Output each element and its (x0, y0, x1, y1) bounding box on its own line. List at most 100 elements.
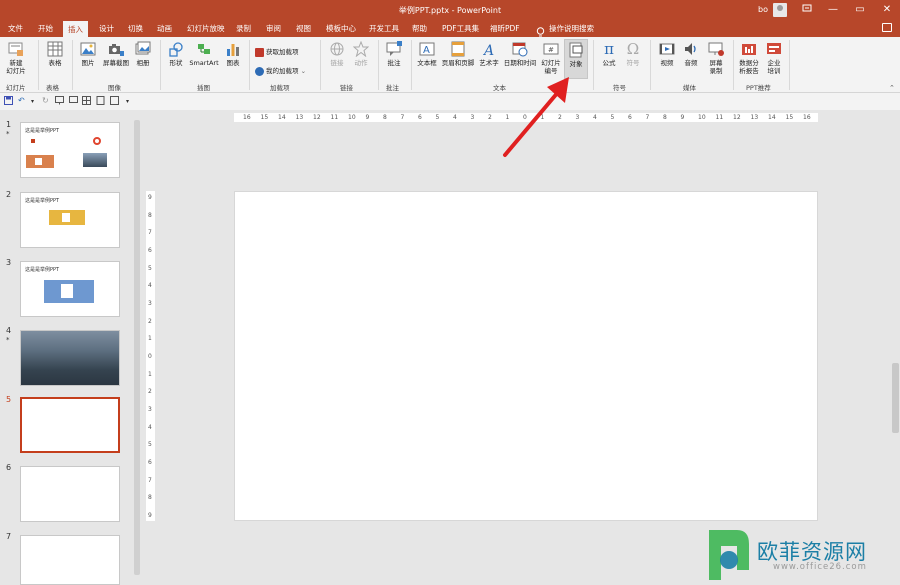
tab-transitions[interactable]: 切换 (128, 23, 143, 34)
wordart-button[interactable]: A 艺术字 (477, 41, 501, 67)
close-button[interactable]: ✕ (880, 3, 894, 17)
slide-thumbnail-7[interactable] (20, 535, 120, 585)
slide-thumbnail-3[interactable]: 这是是举例PPT (20, 261, 120, 317)
user-name[interactable]: bo (758, 5, 768, 14)
grid-icon[interactable] (82, 96, 91, 107)
slide-number: 3 (6, 258, 12, 267)
tab-file[interactable]: 文件 (8, 23, 23, 34)
tab-insert[interactable]: 插入 (63, 21, 88, 37)
tab-record[interactable]: 录制 (236, 23, 251, 34)
ruler-tick-label: 5 (148, 441, 152, 449)
save-icon[interactable] (4, 96, 13, 107)
screenshot-button[interactable]: 屏幕截图 (100, 41, 132, 67)
action-button[interactable]: 动作 (350, 41, 372, 67)
slide-thumbnail-2[interactable]: 这是是举例PPT (20, 192, 120, 248)
ribbon-display-options-icon[interactable] (800, 3, 814, 17)
globe-link-icon (330, 42, 344, 56)
shapes-icon (169, 42, 183, 57)
undo-dropdown-icon[interactable]: ▾ (31, 98, 34, 105)
svg-text:A: A (423, 45, 430, 56)
calendar-clock-icon (512, 42, 528, 57)
table-button[interactable]: 表格 (44, 41, 66, 67)
album-button[interactable]: 相册 (133, 41, 153, 67)
slide-thumbnail-1[interactable]: 这是是举例PPT (20, 122, 120, 178)
tab-design[interactable]: 设计 (99, 23, 114, 34)
store-icon (255, 47, 264, 57)
main-scrollbar-thumb[interactable] (892, 363, 899, 433)
tab-home[interactable]: 开始 (38, 23, 53, 34)
ruler-tick-label: 10 (698, 114, 706, 121)
equation-button[interactable]: π 公式 (598, 41, 620, 67)
data-report-button[interactable]: 数据分 析报告 (736, 41, 762, 75)
video-button[interactable]: 视频 (656, 41, 678, 67)
slide-number: 2 (6, 190, 12, 199)
collapse-ribbon-icon[interactable]: ⌃ (889, 84, 895, 92)
get-addins-button[interactable]: 获取加载项 (255, 46, 299, 57)
group-separator (593, 40, 594, 90)
symbol-button[interactable]: Ω 符号 (622, 41, 644, 67)
watermark-url: www.office26.com (773, 562, 867, 572)
my-addins-button[interactable]: 我的加载项 ⌄ (255, 65, 306, 76)
slide-canvas[interactable] (234, 191, 818, 521)
tell-me-search[interactable]: 操作说明搜索 (549, 23, 594, 34)
tab-animations[interactable]: 动画 (157, 23, 172, 34)
tab-pdf-tools[interactable]: PDF工具集 (442, 23, 479, 34)
red-arrow-annotation (503, 77, 569, 157)
thumb-image-cityscape (21, 331, 119, 385)
touch-mode-icon[interactable] (96, 96, 105, 107)
video-icon (659, 43, 675, 55)
redo-icon[interactable]: ↻ (42, 96, 49, 105)
shapes-button[interactable]: 形状 (165, 41, 187, 67)
screen-record-button[interactable]: 屏幕 录制 (704, 41, 728, 75)
datetime-button[interactable]: 日期和时间 (502, 41, 538, 67)
picture-button[interactable]: 图片 (77, 41, 99, 67)
group-separator (72, 40, 73, 90)
smartart-button[interactable]: SmartArt (188, 41, 220, 67)
comments-icon[interactable] (882, 23, 892, 32)
thumbnail-scrollbar-thumb[interactable] (134, 120, 140, 575)
ruler-tick-label: 2 (148, 388, 152, 396)
slide-thumbnail-6[interactable] (20, 466, 120, 522)
group-separator (789, 40, 790, 90)
ruler-tick-label: 12 (313, 114, 321, 121)
chart-button[interactable]: 图表 (222, 41, 244, 67)
minimize-button[interactable]: — (826, 3, 840, 17)
slide-thumbnail-5[interactable] (20, 397, 120, 453)
ruler-tick-label: 12 (733, 114, 741, 121)
ruler-tick-label: 14 (768, 114, 776, 121)
tab-developer[interactable]: 开发工具 (369, 23, 399, 34)
tab-review[interactable]: 审阅 (266, 23, 281, 34)
table-icon (47, 41, 63, 57)
tab-foxit-pdf[interactable]: 福昕PDF (490, 23, 520, 34)
ruler-tick-label: 8 (663, 114, 667, 121)
comment-button[interactable]: 批注 (383, 41, 405, 67)
textbox-button[interactable]: A 文本框 (415, 41, 439, 67)
album-label: 相册 (136, 59, 150, 67)
restore-button[interactable]: ▭ (853, 3, 867, 17)
header-footer-button[interactable]: 页眉和页脚 (441, 41, 475, 67)
customize-qat-icon[interactable]: ▾ (126, 98, 129, 105)
svg-text:#: # (548, 46, 554, 54)
ruler-tick-label: 4 (148, 282, 152, 290)
tab-view[interactable]: 视图 (296, 23, 311, 34)
tab-template-center[interactable]: 模板中心 (326, 23, 356, 34)
main-scrollbar[interactable] (891, 110, 900, 585)
audio-button[interactable]: 音频 (680, 41, 702, 67)
ruler-tick-label: 6 (148, 459, 152, 466)
tab-slideshow[interactable]: 幻灯片放映 (187, 23, 225, 34)
font-icon[interactable] (110, 96, 119, 107)
enterprise-training-button[interactable]: 企业 培训 (763, 41, 785, 75)
thumbnail-scrollbar[interactable] (133, 110, 142, 585)
new-slide-button[interactable]: 新建 幻灯片 (4, 41, 28, 75)
slideshow-from-start-icon[interactable] (55, 96, 64, 107)
ruler-tick-label: 9 (365, 114, 370, 121)
ribbon-tabs: 文件 开始 插入 设计 切换 动画 幻灯片放映 录制 审阅 视图 模板中心 开发… (0, 20, 900, 37)
undo-icon[interactable]: ↶ (18, 96, 25, 105)
avatar[interactable] (773, 3, 787, 17)
slide-thumbnail-4[interactable] (20, 330, 120, 386)
thumb-title: 这是是举例PPT (25, 128, 60, 134)
tab-help[interactable]: 帮助 (412, 23, 427, 34)
office-logo-icon (93, 137, 101, 145)
presenter-icon[interactable] (69, 96, 78, 107)
link-button[interactable]: 链接 (326, 41, 348, 67)
